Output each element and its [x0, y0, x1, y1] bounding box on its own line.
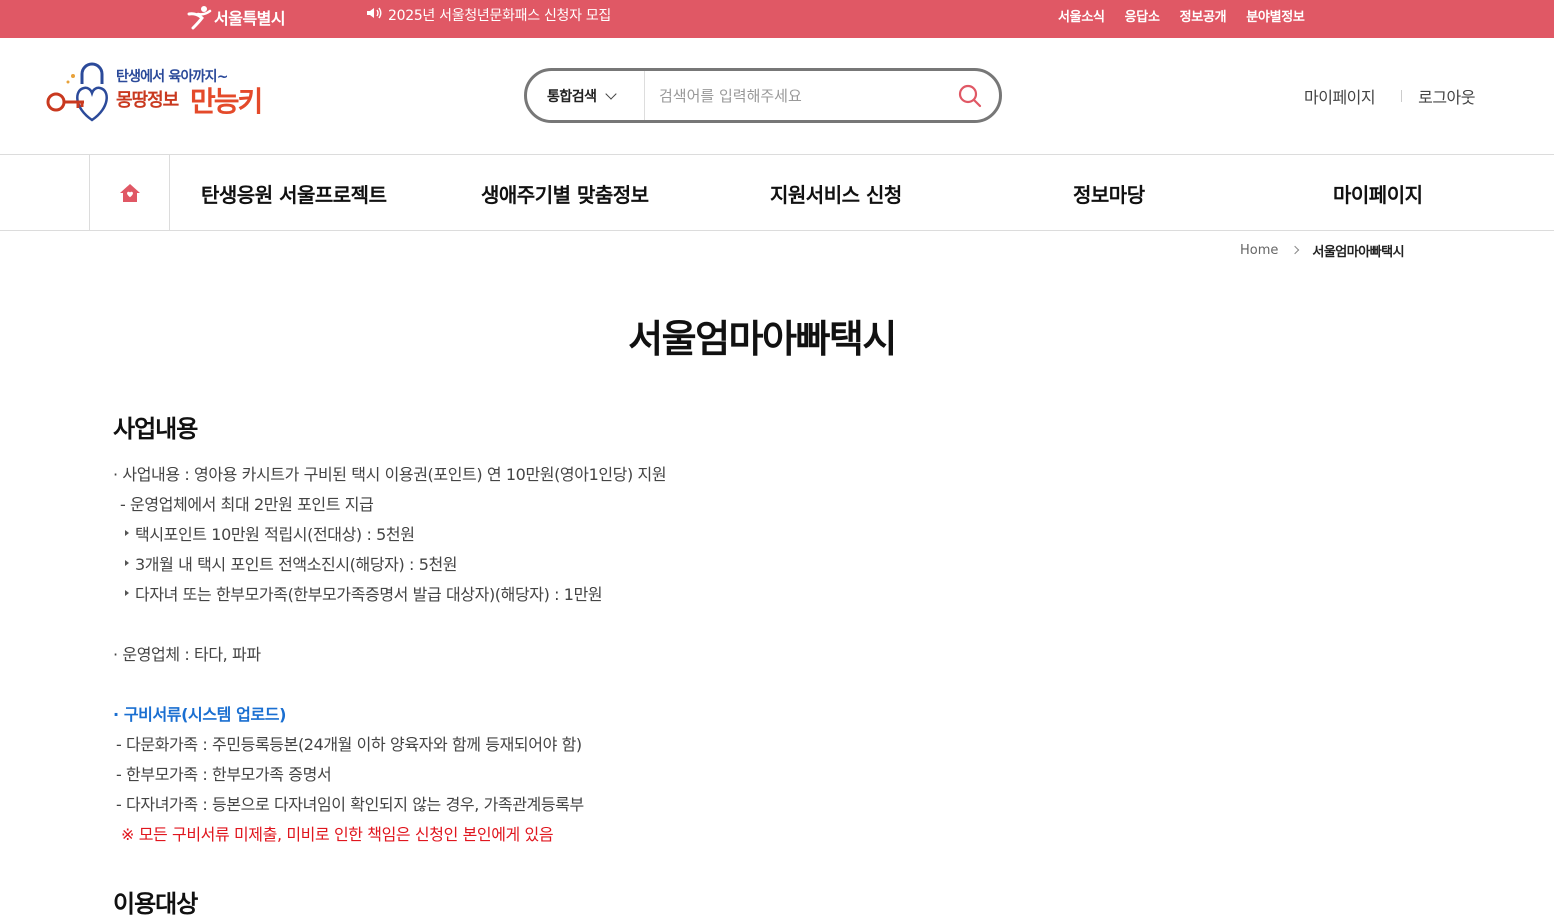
- nav-lifecycle-info[interactable]: 생애주기별 맞춤정보: [481, 155, 649, 231]
- search-icon[interactable]: [957, 83, 983, 109]
- triangle-bullet-icon: [125, 560, 129, 566]
- breadcrumb-current: 서울엄마아빠택시: [1312, 244, 1405, 260]
- header: 탄생에서 육아까지~ 몽땅정보 만능키 통합검색 마이페이지 로그아웃: [0, 38, 1554, 155]
- user-links: 마이페이지 로그아웃: [1304, 84, 1475, 108]
- search-scope-label: 통합검색: [547, 88, 597, 105]
- top-link-disclosure[interactable]: 정보공개: [1180, 6, 1227, 25]
- top-link-response[interactable]: 응답소: [1125, 6, 1160, 25]
- search-input[interactable]: [659, 83, 939, 109]
- logout-link[interactable]: 로그아웃: [1418, 84, 1475, 108]
- chevron-right-icon: [1291, 245, 1300, 255]
- main-navigation: 탄생응원 서울프로젝트 생애주기별 맞춤정보 지원서비스 신청 정보마당 마이페…: [0, 155, 1554, 231]
- nav-birth-project[interactable]: 탄생응원 서울프로젝트: [201, 155, 387, 231]
- list-item-text: 택시포인트 10만원 적립시(전대상) : 5천원: [135, 525, 415, 544]
- list-item: 다자녀 또는 한부모가족(한부모가족증명서 발급 대상자)(해당자) : 1만원: [113, 578, 1013, 608]
- list-item: 택시포인트 10만원 적립시(전대상) : 5천원: [113, 518, 1013, 548]
- triangle-bullet-icon: [125, 590, 129, 596]
- documents-heading: · 구비서류(시스템 업로드): [113, 705, 287, 724]
- speaker-icon: [366, 6, 384, 24]
- home-icon: [119, 184, 140, 202]
- user-links-divider: [1401, 90, 1403, 102]
- content-line: · 사업내용 : 영아용 카시트가 구비된 택시 이용권(포인트) 연 10만원…: [113, 465, 667, 484]
- nav-support-apply[interactable]: 지원서비스 신청: [770, 155, 902, 231]
- section-title-business: 사업내용: [113, 415, 198, 443]
- breadcrumb-home[interactable]: Home: [1240, 243, 1278, 258]
- logo-name-1: 몽땅정보: [116, 90, 179, 111]
- content-line: · 운영업체 : 타다, 파파: [113, 645, 261, 664]
- section-title-target: 이용대상: [113, 890, 198, 918]
- content-line: - 다자녀가족 : 등본으로 다자녀임이 확인되지 않는 경우, 가족관계등록부: [116, 795, 584, 814]
- mypage-link[interactable]: 마이페이지: [1304, 84, 1376, 108]
- list-item: 3개월 내 택시 포인트 전액소진시(해당자) : 5천원: [113, 548, 1013, 578]
- content-line: - 운영업체에서 최대 2만원 포인트 지급: [120, 495, 374, 514]
- top-bar: 서울특별시 2025년 서울청년문화패스 신청자 모집 서울소식 응답소 정보공…: [0, 0, 1554, 38]
- logo-name-2: 만능키: [190, 85, 263, 118]
- seoul-logo[interactable]: 서울특별시: [186, 2, 286, 32]
- search-box: 통합검색: [524, 68, 1002, 123]
- list-item-text: 다자녀 또는 한부모가족(한부모가족증명서 발급 대상자)(해당자) : 1만원: [135, 585, 603, 604]
- site-logo[interactable]: 탄생에서 육아까지~ 몽땅정보 만능키: [44, 60, 276, 126]
- search-scope-select[interactable]: 통합검색: [527, 71, 645, 120]
- home-button[interactable]: [89, 155, 170, 231]
- list-item-text: 3개월 내 택시 포인트 전액소진시(해당자) : 5천원: [135, 555, 458, 574]
- page-title: 서울엄마아빠택시: [628, 317, 897, 361]
- notice-text: 2025년 서울청년문화패스 신청자 모집: [388, 8, 611, 24]
- seoul-logo-icon: [187, 6, 212, 30]
- top-link-news[interactable]: 서울소식: [1058, 6, 1105, 25]
- content-line: - 한부모가족 : 한부모가족 증명서: [116, 765, 332, 784]
- top-links: 서울소식 응답소 정보공개 분야별정보: [1058, 0, 1305, 30]
- triangle-bullet-icon: [125, 530, 129, 536]
- seoul-logo-text: 서울특별시: [214, 9, 286, 28]
- top-link-field-info[interactable]: 분야별정보: [1246, 6, 1305, 25]
- breadcrumb: Home 서울엄마아빠택시: [1240, 240, 1405, 260]
- business-content: · 사업내용 : 영아용 카시트가 구비된 택시 이용권(포인트) 연 10만원…: [113, 458, 1013, 848]
- nav-mypage[interactable]: 마이페이지: [1333, 155, 1423, 231]
- nav-info-plaza[interactable]: 정보마당: [1073, 155, 1145, 231]
- notice-banner[interactable]: 2025년 서울청년문화패스 신청자 모집: [366, 0, 611, 30]
- key-heart-logo-icon: [46, 62, 108, 122]
- warning-notice: ※ 모든 구비서류 미제출, 미비로 인한 책임은 신청인 본인에게 있음: [121, 825, 554, 844]
- content-line: - 다문화가족 : 주민등록등본(24개월 이하 양육자와 함께 등재되어야 함…: [116, 735, 582, 754]
- chevron-down-icon: [604, 87, 617, 100]
